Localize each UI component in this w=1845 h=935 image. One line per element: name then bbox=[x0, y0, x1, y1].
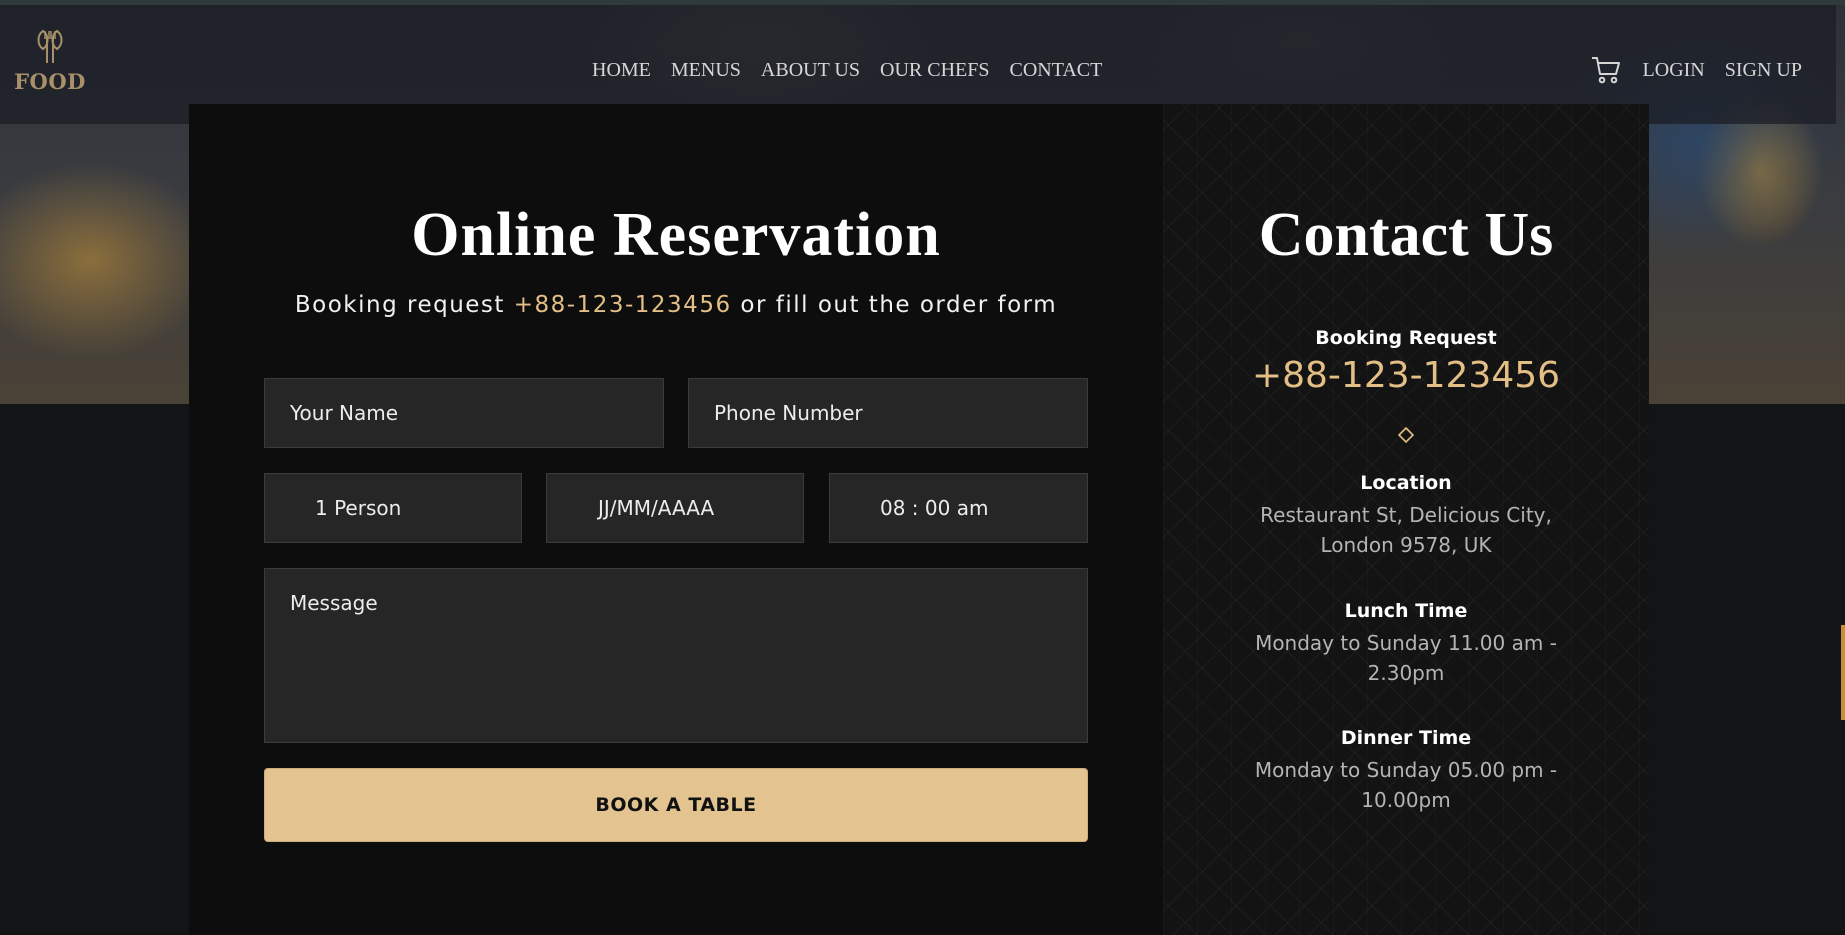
location-line-2: London 9578, UK bbox=[1320, 533, 1492, 557]
nav-home[interactable]: HOME bbox=[592, 52, 651, 88]
name-field[interactable]: Your Name bbox=[264, 378, 664, 448]
book-table-button[interactable]: BOOK A TABLE bbox=[264, 768, 1088, 842]
name-field-placeholder: Your Name bbox=[290, 401, 399, 425]
message-textarea[interactable]: Message bbox=[264, 568, 1088, 743]
dinner-time-label: Dinner Time bbox=[1340, 727, 1472, 749]
reservation-title: Online Reservation bbox=[411, 201, 941, 269]
time-field-value: 08 : 00 am bbox=[880, 496, 989, 520]
subtitle-text-after: or fill out the order form bbox=[731, 292, 1058, 318]
location-address: Restaurant St, Delicious City, London 95… bbox=[1163, 500, 1649, 560]
booking-phone-link[interactable]: +88-123-123456 bbox=[1163, 355, 1649, 396]
lunch-time-hours: Monday to Sunday 11.00 am - 2.30pm bbox=[1163, 628, 1649, 688]
subtitle-text-before: Booking request bbox=[294, 292, 514, 318]
reservation-card: Online Reservation Booking request +88-1… bbox=[189, 104, 1649, 935]
reservation-form-panel: Online Reservation Booking request +88-1… bbox=[189, 104, 1163, 935]
dinner-line-2: 10.00pm bbox=[1361, 788, 1451, 812]
contact-title: Contact Us bbox=[1258, 201, 1554, 269]
signup-link[interactable]: SIGN UP bbox=[1725, 52, 1802, 88]
nav-contact[interactable]: CONTACT bbox=[1009, 52, 1102, 88]
reservation-subtitle: Booking request +88-123-123456 or fill o… bbox=[189, 292, 1163, 318]
nav-our-chefs[interactable]: OUR CHEFS bbox=[880, 52, 989, 88]
dinner-line-1: Monday to Sunday 05.00 pm - bbox=[1254, 758, 1558, 782]
page-edge-accent bbox=[1841, 625, 1845, 720]
location-label: Location bbox=[1360, 472, 1452, 494]
login-link[interactable]: LOGIN bbox=[1643, 52, 1705, 88]
diamond-divider-icon bbox=[1398, 427, 1414, 443]
lunch-time-block: Lunch Time Monday to Sunday 11.00 am - 2… bbox=[1163, 600, 1649, 688]
contact-panel: Contact Us Booking Request +88-123-12345… bbox=[1163, 104, 1649, 935]
phone-field-placeholder: Phone Number bbox=[714, 401, 863, 425]
lunch-line-1: Monday to Sunday 11.00 am - bbox=[1255, 631, 1557, 655]
fork-spoon-icon bbox=[37, 29, 63, 63]
booking-request-block: Booking Request +88-123-123456 bbox=[1163, 327, 1649, 396]
date-field-value: JJ/MM/AAAA bbox=[598, 496, 715, 520]
message-placeholder: Message bbox=[290, 591, 378, 615]
date-field[interactable]: JJ/MM/AAAA bbox=[546, 473, 804, 543]
lunch-time-label: Lunch Time bbox=[1344, 600, 1468, 622]
location-line-1: Restaurant St, Delicious City, bbox=[1260, 503, 1552, 527]
subtitle-phone-link[interactable]: +88-123-123456 bbox=[514, 292, 732, 318]
lunch-line-2: 2.30pm bbox=[1367, 661, 1445, 685]
brand-name: FOOD bbox=[14, 69, 86, 94]
dinner-time-hours: Monday to Sunday 05.00 pm - 10.00pm bbox=[1163, 755, 1649, 815]
cart-icon[interactable] bbox=[1590, 55, 1622, 85]
dinner-time-block: Dinner Time Monday to Sunday 05.00 pm - … bbox=[1163, 727, 1649, 815]
brand-logo[interactable]: FOOD bbox=[14, 27, 86, 94]
location-block: Location Restaurant St, Delicious City, … bbox=[1163, 472, 1649, 560]
persons-select-value: 1 Person bbox=[315, 496, 402, 520]
nav-about-us[interactable]: ABOUT US bbox=[761, 52, 860, 88]
persons-select[interactable]: 1 Person bbox=[264, 473, 522, 543]
phone-field[interactable]: Phone Number bbox=[688, 378, 1088, 448]
user-nav: LOGIN SIGN UP bbox=[1590, 52, 1802, 88]
nav-menus[interactable]: MENUS bbox=[671, 52, 741, 88]
main-nav: HOME MENUS ABOUT US OUR CHEFS CONTACT bbox=[592, 52, 1102, 88]
booking-request-label: Booking Request bbox=[1315, 327, 1497, 349]
time-field[interactable]: 08 : 00 am bbox=[829, 473, 1088, 543]
